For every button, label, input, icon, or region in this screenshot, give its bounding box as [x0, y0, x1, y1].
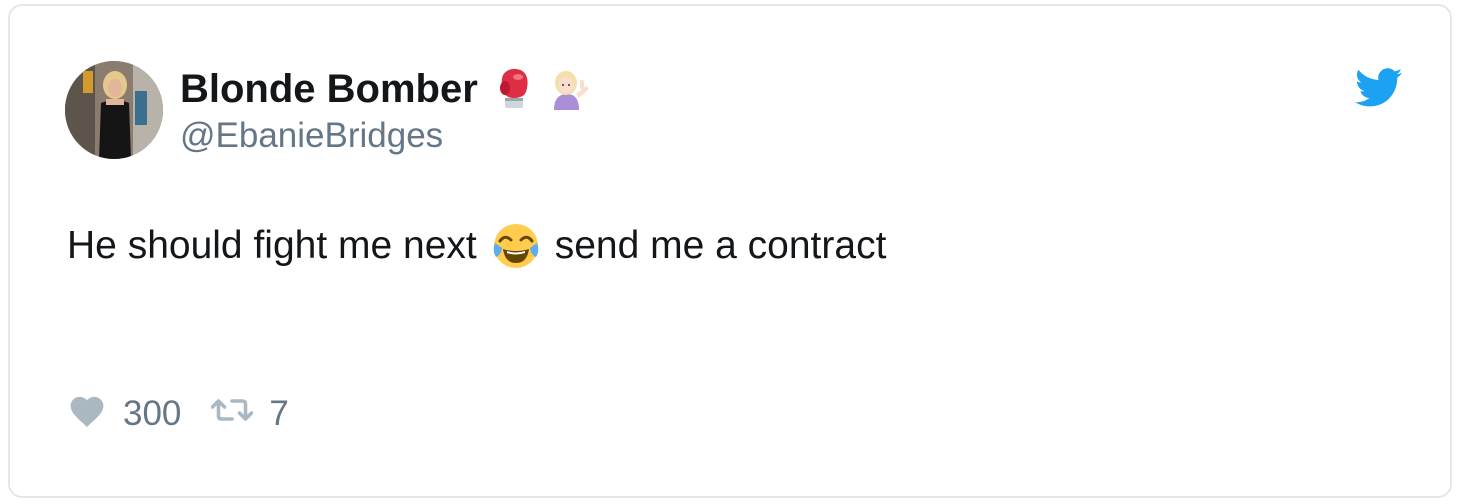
tweet-text-part-1: He should fight me next: [67, 224, 477, 267]
woman-tipping-hand-emoji: [546, 68, 590, 110]
display-name[interactable]: Blonde Bomber: [180, 67, 478, 112]
like-count: 300: [123, 394, 182, 433]
retweet-count: 7: [269, 394, 289, 433]
tweet-text: He should fight me next send me a contra…: [67, 218, 886, 274]
avatar[interactable]: [65, 61, 163, 159]
tweet-actions: 300 7: [67, 392, 289, 436]
twitter-bird-icon[interactable]: [1355, 68, 1403, 108]
heart-icon: [67, 392, 107, 437]
boxing-glove-emoji: [496, 68, 532, 110]
face-with-tears-of-joy-emoji: [491, 221, 541, 271]
retweet-icon: [211, 394, 254, 434]
like-button[interactable]: 300: [67, 392, 181, 437]
tweet-card[interactable]: Blonde Bomber @EbanieBridges He should f…: [8, 4, 1452, 498]
retweet-button[interactable]: 7: [211, 394, 289, 434]
tweet-text-part-2: send me a contract: [554, 224, 887, 267]
user-handle[interactable]: @EbanieBridges: [180, 116, 443, 156]
author-name-row: Blonde Bomber: [180, 64, 590, 114]
